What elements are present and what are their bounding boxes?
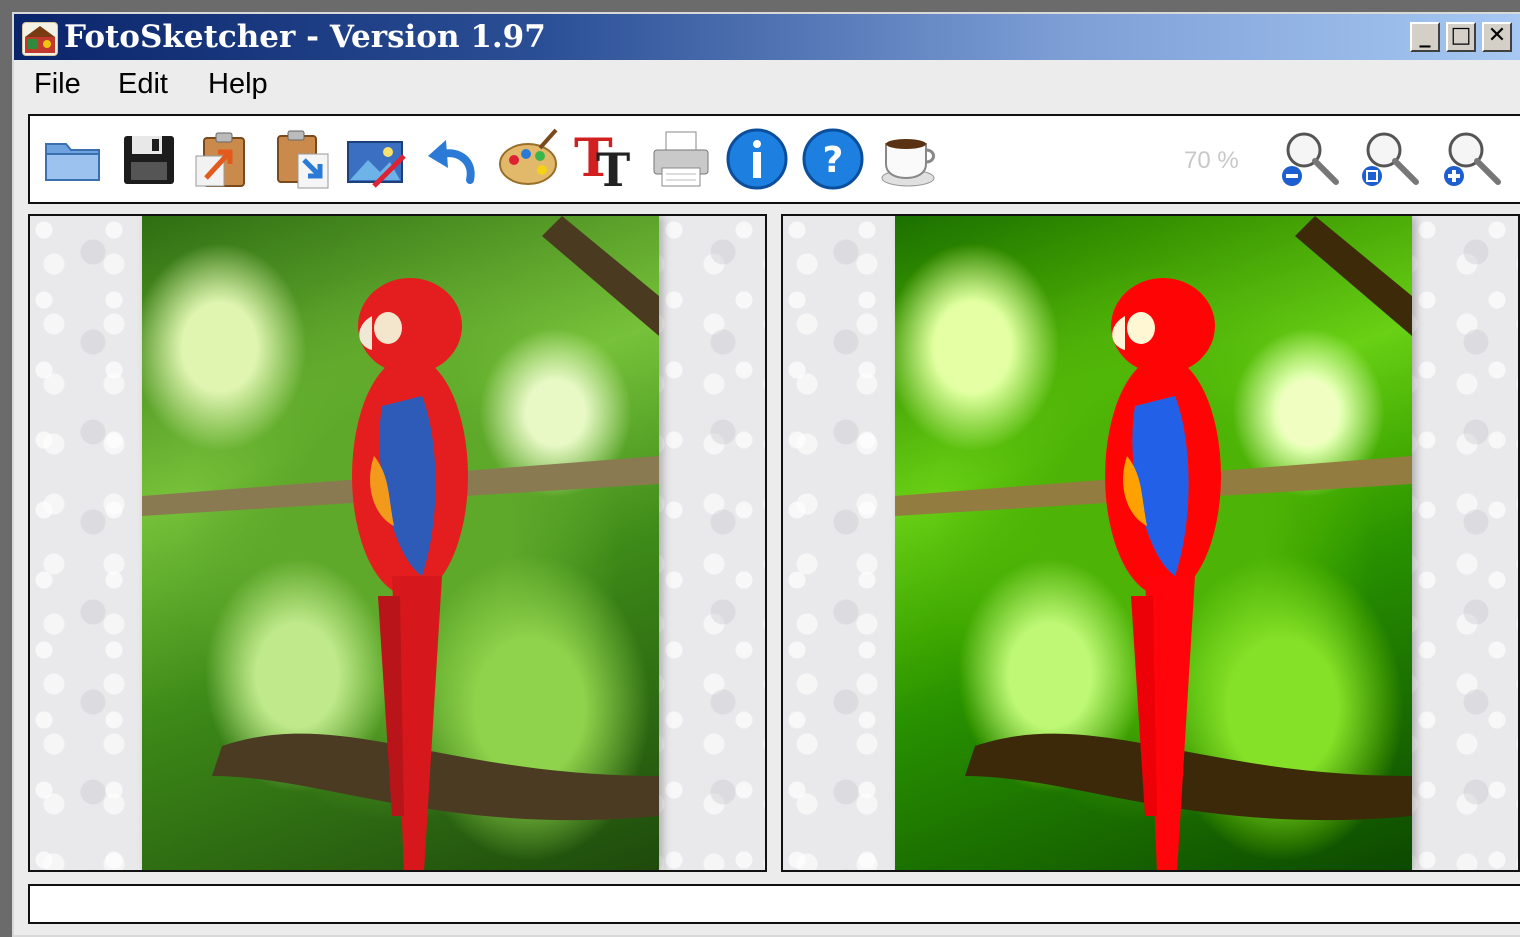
- status-bar: [28, 884, 1520, 924]
- window-title: FotoSketcher - Version 1.97: [64, 19, 546, 55]
- painted-photo-macaw: [895, 216, 1412, 870]
- close-button[interactable]: ✕: [1482, 22, 1512, 52]
- help-icon[interactable]: ?: [800, 126, 866, 192]
- printer-icon[interactable]: [648, 126, 714, 192]
- folder-open-icon[interactable]: [40, 126, 106, 192]
- menu-edit[interactable]: Edit: [118, 68, 168, 101]
- minimize-button[interactable]: _: [1410, 22, 1440, 52]
- undo-arrow-icon[interactable]: [420, 126, 486, 192]
- clipboard-export-icon[interactable]: [192, 126, 258, 192]
- fotosketcher-app-icon[interactable]: [22, 22, 58, 56]
- paint-palette-icon[interactable]: [496, 126, 562, 192]
- result-image-pane[interactable]: [781, 214, 1520, 872]
- floppy-save-icon[interactable]: [116, 126, 182, 192]
- svg-text:T: T: [596, 143, 630, 192]
- text-tool-icon[interactable]: T T: [572, 126, 638, 197]
- menu-bar: File Edit Help: [14, 60, 1520, 110]
- maximize-button[interactable]: □: [1446, 22, 1476, 52]
- app-window: FotoSketcher - Version 1.97 _ □ ✕ File E…: [12, 12, 1520, 937]
- menu-file[interactable]: File: [34, 68, 81, 101]
- zoom-level: 70 %: [1184, 147, 1239, 174]
- toolbar: T T ? 70 %: [28, 114, 1520, 204]
- zoom-fit-icon[interactable]: [1358, 126, 1424, 192]
- zoom-in-icon[interactable]: [1440, 126, 1506, 192]
- clipboard-paste-icon[interactable]: [268, 126, 334, 192]
- original-image-pane[interactable]: [28, 214, 767, 872]
- original-photo-macaw: [142, 216, 659, 870]
- zoom-out-icon[interactable]: [1278, 126, 1344, 192]
- info-icon[interactable]: [724, 126, 790, 192]
- coffee-cup-icon[interactable]: [876, 126, 942, 192]
- title-bar[interactable]: FotoSketcher - Version 1.97 _ □ ✕: [14, 14, 1520, 60]
- image-edit-icon[interactable]: [344, 126, 410, 192]
- svg-text:?: ?: [823, 140, 844, 181]
- menu-help[interactable]: Help: [208, 68, 268, 101]
